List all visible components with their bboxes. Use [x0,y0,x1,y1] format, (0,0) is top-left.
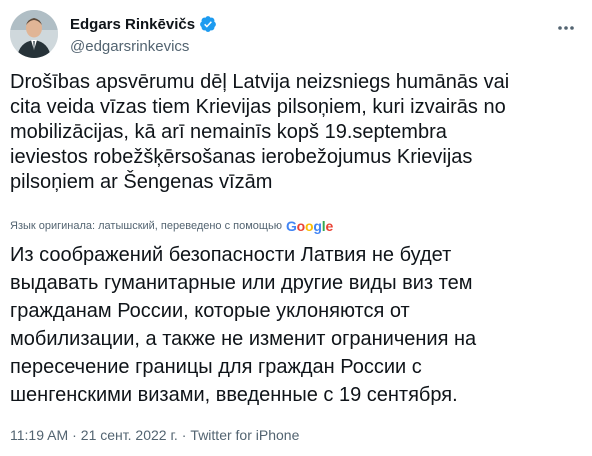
tweet-source[interactable]: Twitter for iPhone [190,427,299,443]
meta-separator: · [72,427,77,443]
translation-note: Язык оригинала: латышский, переведено с … [10,218,333,234]
google-logo[interactable]: Google [286,218,333,234]
google-logo-letter: o [305,218,314,234]
avatar[interactable] [10,10,58,58]
google-logo-letter: G [285,218,297,234]
tweet-header: Edgars Rinkēvičs @edgarsrinkevics [10,8,576,60]
tweet-meta: 11:19 AM · 21 сент. 2022 г. · Twitter fo… [10,427,299,443]
author-info: Edgars Rinkēvičs @edgarsrinkevics [70,14,217,55]
display-name[interactable]: Edgars Rinkēvičs [70,16,195,33]
google-logo-letter: g [313,218,322,234]
more-dots-icon[interactable] [556,18,576,38]
meta-separator: · [181,427,187,443]
verified-badge-icon [199,15,217,33]
google-logo-letter: e [325,218,334,234]
avatar-image [10,10,58,58]
tweet-original-text: Drošības apsvērumu dēļ Latvija neizsnieg… [10,71,510,193]
tweet-date[interactable]: 21 сент. 2022 г. [81,427,178,443]
name-row: Edgars Rinkēvičs [70,14,217,34]
tweet-card: Edgars Rinkēvičs @edgarsrinkevics Drošīb… [0,0,592,456]
google-logo-letter: o [296,218,306,234]
handle[interactable]: @edgarsrinkevics [70,38,217,55]
tweet-time[interactable]: 11:19 AM [10,427,68,443]
translation-note-label: Язык оригинала: латышский, переведено с … [10,220,282,232]
tweet-translated-text: Из соображений безопасности Латвия не бу… [10,244,477,406]
